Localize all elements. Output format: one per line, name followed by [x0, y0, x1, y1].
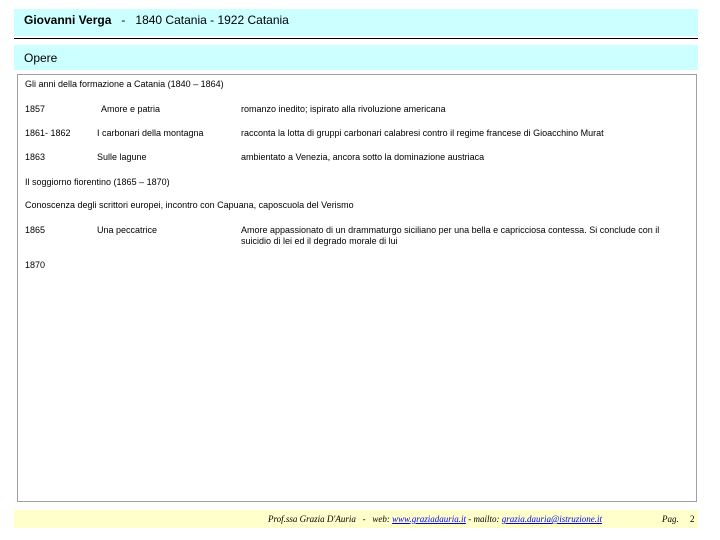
- work-title: Amore e patria: [101, 104, 161, 114]
- year-1870: 1870: [25, 260, 46, 270]
- header-separator: -: [121, 13, 126, 27]
- footer-mail-label: - mailto:: [468, 514, 500, 524]
- section-band: [14, 45, 698, 70]
- period-note: Conoscenza degli scrittori europei, inco…: [25, 200, 354, 210]
- header-dates: 1840 Catania - 1922 Catania: [135, 13, 289, 27]
- work-year: 1863: [25, 152, 46, 162]
- work-year: 1865: [25, 225, 46, 235]
- work-title: Una peccatrice: [97, 225, 158, 235]
- footer-web-link[interactable]: www.graziadauria.it: [392, 514, 466, 524]
- footer-credits: Prof.ssa Grazia D'Auria - web: www.grazi…: [268, 514, 602, 524]
- work-title: Sulle lagune: [97, 152, 147, 162]
- work-description: racconta la lotta di gruppi carbonari ca…: [241, 128, 604, 138]
- work-description: romanzo inedito; ispirato alla rivoluzio…: [241, 104, 446, 114]
- work-year: 1857: [25, 104, 46, 114]
- footer-page-label: Pag.: [662, 514, 679, 524]
- period-heading-catania: Gli anni della formazione a Catania (184…: [25, 79, 224, 89]
- footer-mail-link[interactable]: grazia.dauria@istruzione.it: [502, 514, 602, 524]
- work-description: Amore appassionato di un drammaturgo sic…: [241, 225, 660, 246]
- footer-sep: -: [362, 514, 366, 524]
- period-heading-firenze: Il soggiorno fiorentino (1865 – 1870): [25, 177, 170, 187]
- work-year: 1861- 1862: [25, 128, 71, 138]
- header-divider: [14, 38, 698, 39]
- footer-page-number: 2: [690, 514, 695, 524]
- work-description: ambientato a Venezia, ancora sotto la do…: [241, 152, 485, 162]
- work-title: I carbonari della montagna: [97, 128, 204, 138]
- header-title: Giovanni Verga - 1840 Catania - 1922 Cat…: [24, 13, 289, 27]
- footer-web-label: web:: [372, 514, 390, 524]
- header-author: Giovanni Verga: [24, 13, 112, 27]
- section-title: Opere: [24, 51, 58, 65]
- footer-author: Prof.ssa Grazia D'Auria: [268, 514, 356, 524]
